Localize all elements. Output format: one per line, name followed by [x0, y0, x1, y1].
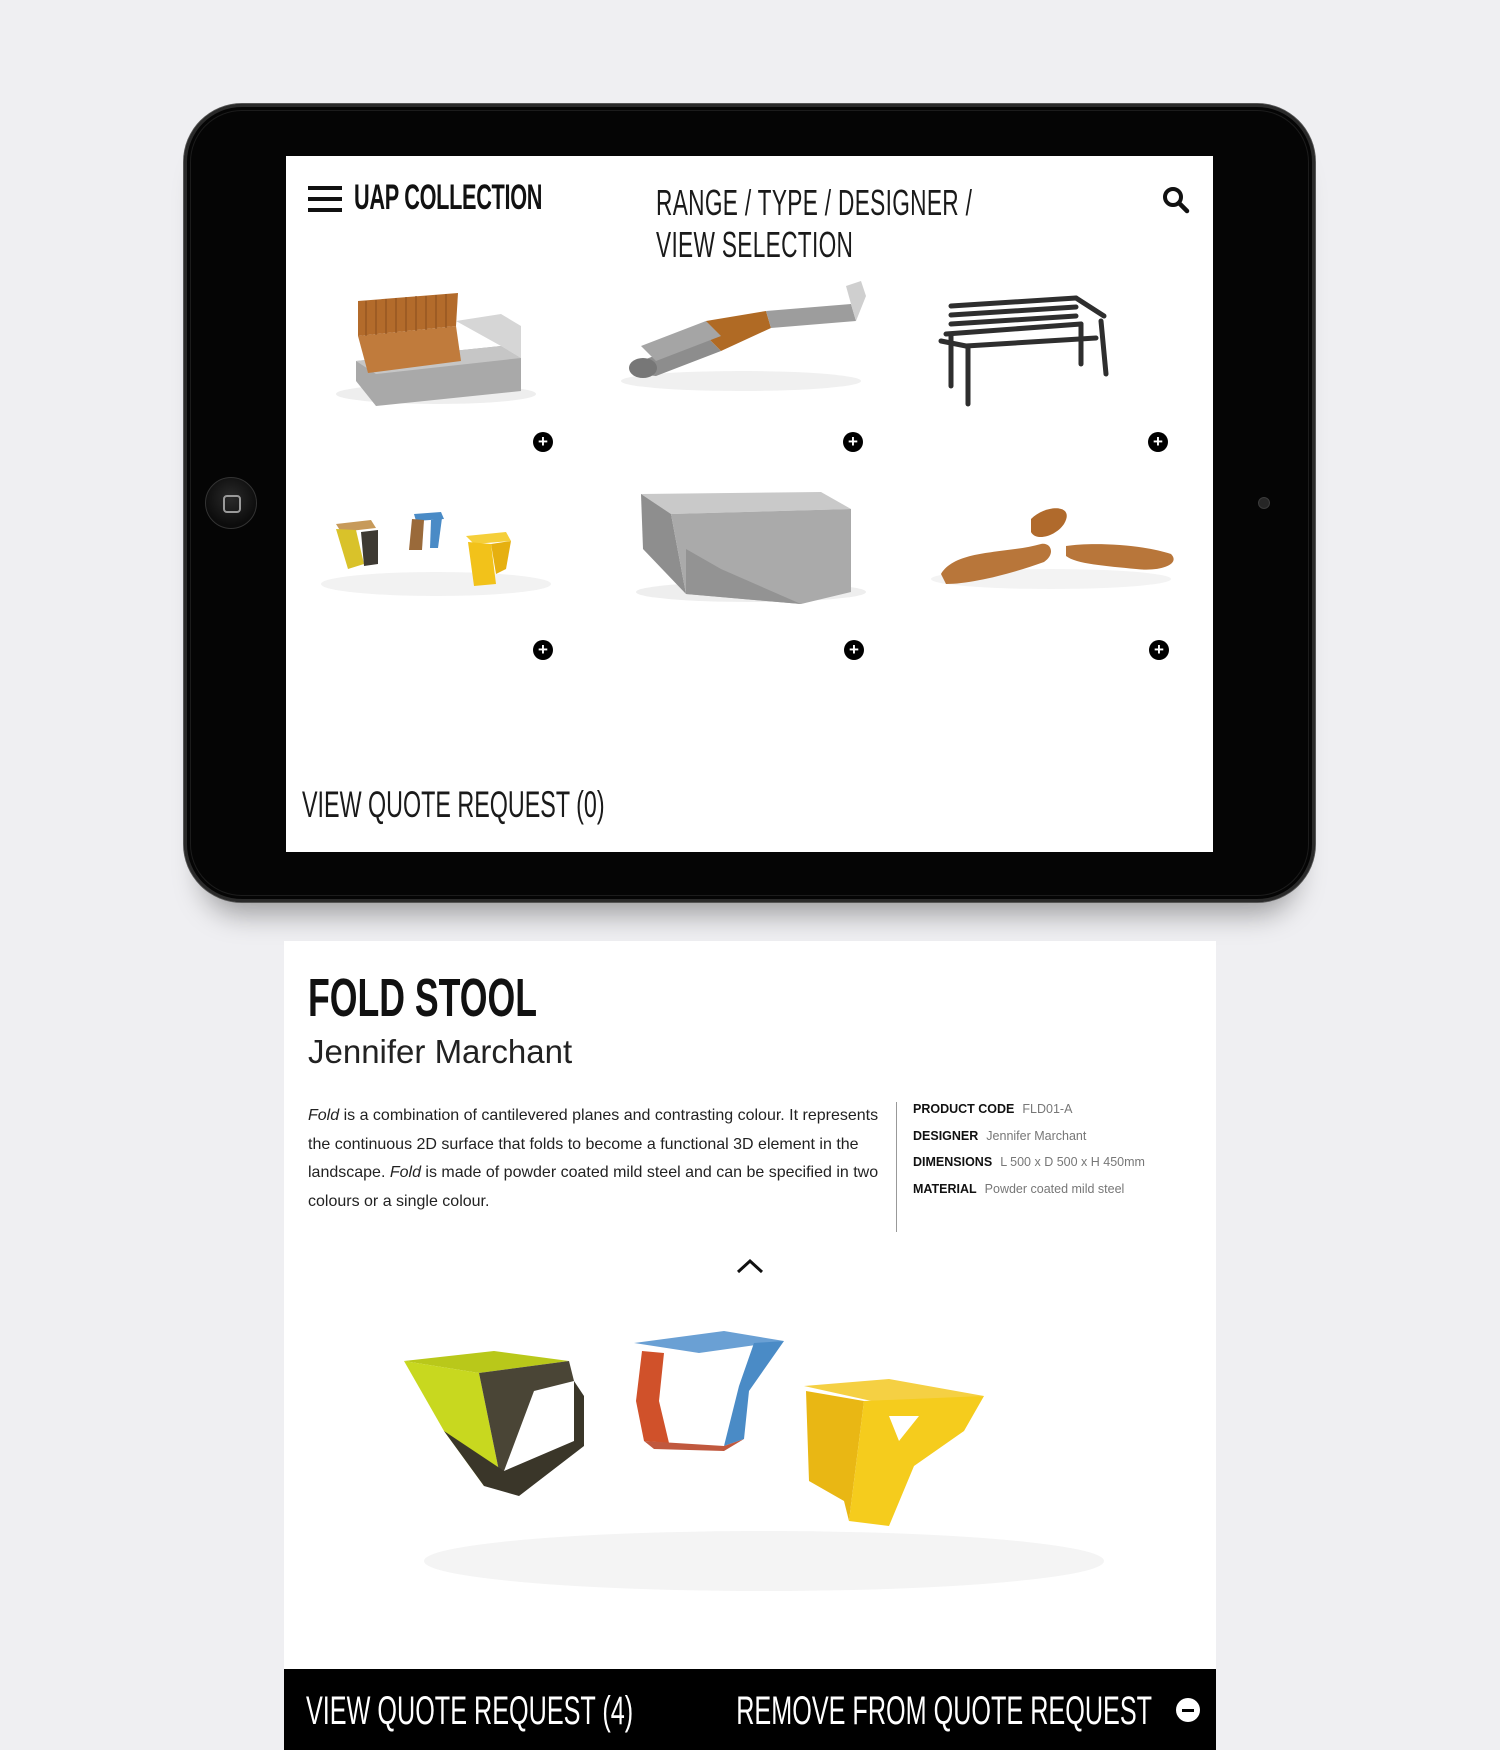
minus-circle-icon[interactable] [1176, 1698, 1200, 1722]
product-card[interactable]: + [611, 474, 883, 674]
fold-stool-set-image [321, 512, 551, 596]
product-card[interactable]: + [916, 266, 1188, 466]
quote-action-bar: VIEW QUOTE REQUEST (4) REMOVE FROM QUOTE… [284, 1669, 1216, 1750]
ipad-device: UAP COLLECTION RANGE / TYPE / DESIGNER /… [184, 104, 1315, 902]
add-icon[interactable]: + [844, 640, 864, 660]
steel-park-bench-image [938, 295, 1109, 407]
add-icon[interactable]: + [1148, 432, 1168, 452]
curved-timber-seats-image [931, 508, 1174, 589]
add-icon[interactable]: + [843, 432, 863, 452]
spec-product-code: PRODUCT CODE FLD01-A [913, 1102, 1073, 1116]
chevron-up-icon[interactable] [734, 1256, 766, 1276]
fold-stool-hero-image [404, 1331, 1104, 1591]
spec-dimensions: DIMENSIONS L 500 x D 500 x H 450mm [913, 1155, 1145, 1169]
granite-block-bench-image [636, 492, 866, 604]
product-description: Fold is a combination of cantilevered pl… [308, 1107, 879, 1210]
view-quote-request-button[interactable]: VIEW QUOTE REQUEST (4) [306, 1689, 633, 1734]
product-card[interactable]: + [611, 266, 883, 466]
product-detail-panel: FOLD STOOL Jennifer Marchant Fold is a c… [284, 941, 1216, 1750]
product-card[interactable]: + [306, 266, 578, 466]
view-quote-request-link[interactable]: VIEW QUOTE REQUEST (0) [302, 784, 605, 826]
search-icon[interactable] [1162, 186, 1190, 214]
home-button[interactable] [205, 477, 257, 529]
top-navigation[interactable]: RANGE / TYPE / DESIGNER / VIEW SELECTION [656, 182, 1007, 266]
menu-icon[interactable] [308, 186, 342, 212]
product-card[interactable]: + [306, 474, 578, 674]
front-camera [1258, 497, 1270, 509]
add-icon[interactable]: + [533, 640, 553, 660]
spec-designer: DESIGNER Jennifer Marchant [913, 1128, 1087, 1143]
spec-material: MATERIAL Powder coated mild steel [913, 1181, 1125, 1196]
timber-and-stone-bench-image [336, 293, 536, 406]
product-card[interactable]: + [916, 474, 1188, 674]
remove-from-quote-button[interactable]: REMOVE FROM QUOTE REQUEST [736, 1689, 1152, 1734]
add-icon[interactable]: + [1149, 640, 1169, 660]
ipad-screen: UAP COLLECTION RANGE / TYPE / DESIGNER /… [286, 156, 1213, 852]
product-designer: Jennifer Marchant [308, 1033, 573, 1070]
angled-stone-bench-image [621, 281, 866, 391]
brand-logo[interactable]: UAP COLLECTION [354, 178, 542, 218]
product-specs: PRODUCT CODE FLD01-A DESIGNER Jennifer Mar… [913, 1096, 1145, 1202]
add-icon[interactable]: + [533, 432, 553, 452]
spec-divider [896, 1102, 897, 1232]
product-title: FOLD STOOL [308, 968, 538, 1028]
